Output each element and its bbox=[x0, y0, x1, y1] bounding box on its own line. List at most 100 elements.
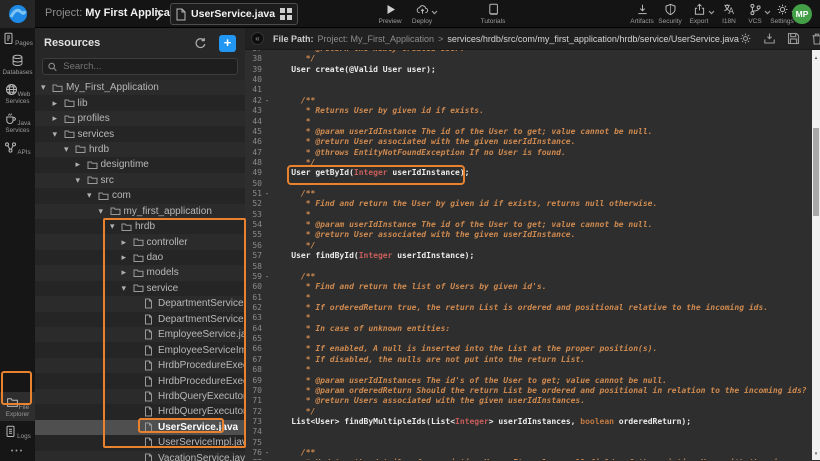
tree-item-service[interactable]: ▾service bbox=[35, 281, 245, 296]
scrollbar-thumb[interactable] bbox=[813, 128, 819, 216]
sidebar-item-logs[interactable]: Logs bbox=[0, 421, 35, 443]
sidebar-item-apis[interactable]: APIs bbox=[0, 137, 35, 159]
caret-right-icon[interactable]: ▸ bbox=[122, 252, 133, 263]
tree-item-my_first_application[interactable]: ▾my_first_application bbox=[35, 204, 245, 219]
save-icon[interactable] bbox=[787, 32, 800, 45]
tree-item-DepartmentService.java[interactable]: DepartmentService.java bbox=[35, 296, 245, 311]
code-line-63[interactable]: 63 * bbox=[245, 313, 820, 323]
grid-icon[interactable] bbox=[275, 8, 297, 20]
code-line-49[interactable]: 49 User getById(Integer userIdInstance); bbox=[245, 168, 820, 178]
sidebar-more-button[interactable]: ••• bbox=[0, 443, 35, 461]
caret-right-icon[interactable]: ▸ bbox=[76, 159, 87, 170]
tree-item-EmployeeService.java[interactable]: EmployeeService.java bbox=[35, 327, 245, 342]
code-line-44[interactable]: 44 * bbox=[245, 117, 820, 127]
caret-down-icon[interactable]: ▾ bbox=[53, 129, 64, 140]
tree-item-DepartmentServiceImpl.java[interactable]: DepartmentServiceImpl.java bbox=[35, 312, 245, 327]
sidebar-item-databases[interactable]: Databases bbox=[0, 50, 35, 79]
code-line-48[interactable]: 48 */ bbox=[245, 158, 820, 168]
tree-item-designtime[interactable]: ▸designtime bbox=[35, 157, 245, 172]
caret-down-icon[interactable]: ▾ bbox=[122, 283, 133, 294]
code-line-68[interactable]: 68 * bbox=[245, 365, 820, 375]
code-line-50[interactable]: 50 bbox=[245, 179, 820, 189]
code-line-74[interactable]: 74 bbox=[245, 427, 820, 437]
tree-item-HrdbQueryExecutorServiceImpl.java[interactable]: HrdbQueryExecutorServiceImpl.java bbox=[35, 404, 245, 419]
code-line-46[interactable]: 46 * @return User associated with the gi… bbox=[245, 137, 820, 147]
caret-down-icon[interactable]: ▾ bbox=[110, 221, 121, 232]
refresh-icon[interactable] bbox=[193, 36, 208, 51]
caret-right-icon[interactable]: ▸ bbox=[53, 98, 64, 109]
search-input[interactable] bbox=[61, 60, 232, 73]
caret-down-icon[interactable]: ▾ bbox=[76, 175, 87, 186]
tree-item-HrdbProcedureExecutorServiceImpl.java[interactable]: HrdbProcedureExecutorServiceImpl.java bbox=[35, 373, 245, 388]
sidebar-item-pages[interactable]: Pages bbox=[0, 28, 35, 50]
code-line-67[interactable]: 67 * If disabled, the nulls are not put … bbox=[245, 355, 820, 365]
fold-toggle-icon[interactable]: - bbox=[262, 96, 272, 106]
tree-item-services[interactable]: ▾services bbox=[35, 126, 245, 141]
code-line-71[interactable]: 71 * @return Users associated with the g… bbox=[245, 396, 820, 406]
tab-userservice[interactable]: UserService.java bbox=[170, 3, 298, 25]
code-line-61[interactable]: 61 * bbox=[245, 293, 820, 303]
code-line-65[interactable]: 65 * bbox=[245, 334, 820, 344]
code-line-73[interactable]: 73 List<User> findByMultipleIds(List<Int… bbox=[245, 417, 820, 427]
caret-right-icon[interactable]: ▸ bbox=[122, 237, 133, 248]
download-file-icon[interactable] bbox=[763, 32, 776, 45]
code-line-54[interactable]: 54 * @param userIdInstance The id of the… bbox=[245, 220, 820, 230]
caret-down-icon[interactable]: ▾ bbox=[99, 206, 110, 217]
code-line-58[interactable]: 58 bbox=[245, 262, 820, 272]
code-line-51[interactable]: 51- /** bbox=[245, 189, 820, 199]
tree-item-My_First_Application[interactable]: ▾My_First_Application bbox=[35, 80, 245, 95]
tree-item-lib[interactable]: ▸lib bbox=[35, 95, 245, 110]
sidebar-item-web-services[interactable]: Web Services bbox=[0, 79, 35, 108]
code-line-42[interactable]: 42- /** bbox=[245, 96, 820, 106]
code-line-40[interactable]: 40 bbox=[245, 75, 820, 85]
code-line-47[interactable]: 47 * @throws EntityNotFoundException If … bbox=[245, 148, 820, 158]
caret-down-icon[interactable]: ▾ bbox=[64, 144, 75, 155]
code-area[interactable]: 37 * @return the newly created User.38 *… bbox=[245, 50, 820, 460]
code-line-60[interactable]: 60 * Find and return the list of Users b… bbox=[245, 282, 820, 292]
caret-down-icon[interactable]: ▾ bbox=[87, 190, 98, 201]
tree-item-HrdbProcedureExecutorService.java[interactable]: HrdbProcedureExecutorService.java bbox=[35, 358, 245, 373]
code-line-39[interactable]: 39 User create(@Valid User user); bbox=[245, 65, 820, 75]
code-line-43[interactable]: 43 * Returns User by given id if exists. bbox=[245, 106, 820, 116]
trash-icon[interactable] bbox=[811, 32, 820, 45]
tree-item-models[interactable]: ▸models bbox=[35, 265, 245, 280]
tree-item-hrdb[interactable]: ▾hrdb bbox=[35, 142, 245, 157]
code-line-38[interactable]: 38 */ bbox=[245, 54, 820, 64]
tree-item-controller[interactable]: ▸controller bbox=[35, 234, 245, 249]
user-avatar[interactable]: MP bbox=[792, 4, 812, 24]
code-line-52[interactable]: 52 * Find and return the User by given i… bbox=[245, 199, 820, 209]
fold-toggle-icon[interactable]: - bbox=[262, 272, 272, 282]
caret-right-icon[interactable]: ▸ bbox=[53, 113, 64, 124]
code-line-59[interactable]: 59- /** bbox=[245, 272, 820, 282]
tree-item-UserService.java[interactable]: UserService.java bbox=[35, 420, 245, 435]
editor-scrollbar[interactable]: ▴ ▾ bbox=[812, 50, 820, 460]
tree-item-HrdbQueryExecutorService.java[interactable]: HrdbQueryExecutorService.java bbox=[35, 389, 245, 404]
sidebar-item-java-services[interactable]: Java Services bbox=[0, 108, 35, 137]
collapse-panel-button[interactable]: « bbox=[251, 32, 264, 45]
tutorials-button[interactable]: Tutorials bbox=[471, 3, 515, 25]
tree-item-EmployeeServiceImpl.java[interactable]: EmployeeServiceImpl.java bbox=[35, 342, 245, 357]
caret-right-icon[interactable]: ▸ bbox=[122, 267, 133, 278]
code-line-53[interactable]: 53 * bbox=[245, 210, 820, 220]
code-line-55[interactable]: 55 * @return User associated with the gi… bbox=[245, 230, 820, 240]
code-line-70[interactable]: 70 * @param orderedReturn Should the ret… bbox=[245, 386, 820, 396]
code-line-56[interactable]: 56 */ bbox=[245, 241, 820, 251]
code-line-41[interactable]: 41 bbox=[245, 85, 820, 95]
scroll-down-icon[interactable]: ▾ bbox=[812, 451, 820, 457]
tree-item-hrdb[interactable]: ▾hrdb bbox=[35, 219, 245, 234]
code-line-66[interactable]: 66 * If enabled, A null is inserted into… bbox=[245, 344, 820, 354]
code-line-69[interactable]: 69 * @param userIdInstances The id's of … bbox=[245, 376, 820, 386]
code-line-76[interactable]: 76- /** bbox=[245, 448, 820, 458]
scroll-up-icon[interactable]: ▴ bbox=[812, 55, 820, 61]
tree-item-src[interactable]: ▾src bbox=[35, 173, 245, 188]
tree-item-VacationService.java[interactable]: VacationService.java bbox=[35, 451, 245, 461]
deploy-button[interactable]: Deploy bbox=[400, 3, 444, 25]
code-line-62[interactable]: 62 * If orderedReturn true, the return L… bbox=[245, 303, 820, 313]
tree-item-UserServiceImpl.java[interactable]: UserServiceImpl.java bbox=[35, 435, 245, 450]
code-line-72[interactable]: 72 */ bbox=[245, 407, 820, 417]
wavemaker-logo[interactable] bbox=[0, 0, 35, 28]
code-line-75[interactable]: 75 bbox=[245, 438, 820, 448]
tree-item-com[interactable]: ▾com bbox=[35, 188, 245, 203]
add-resource-button[interactable]: + bbox=[219, 35, 236, 52]
code-line-45[interactable]: 45 * @param userIdInstance The id of the… bbox=[245, 127, 820, 137]
